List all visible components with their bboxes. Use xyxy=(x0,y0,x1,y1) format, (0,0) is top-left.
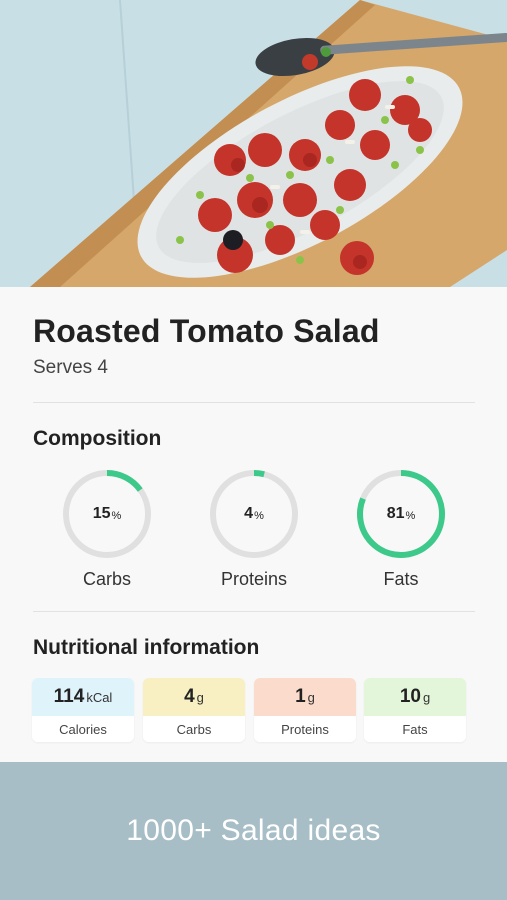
carbs-percent: 15% xyxy=(61,468,153,560)
proteins-percent-value: 4 xyxy=(244,505,254,522)
recipe-card: Roasted Tomato Salad Serves 4 Compositio… xyxy=(0,287,507,762)
carbs-tile-value: 4 g xyxy=(143,678,245,716)
carbs-ring: 15% xyxy=(61,468,153,560)
fats-value: 10 xyxy=(399,686,421,707)
proteins-unit: g xyxy=(307,690,315,705)
divider xyxy=(33,611,475,612)
calories-unit: kCal xyxy=(86,690,113,705)
fats-ring: 81% xyxy=(355,468,447,560)
fats-unit: g xyxy=(422,690,431,705)
hero-image xyxy=(0,0,507,287)
promo-banner: 1000+ Salad ideas xyxy=(0,762,507,900)
calories-tile-value: 114 kCal xyxy=(32,678,134,716)
carbs-value: 4 xyxy=(184,686,195,707)
calories-tile: 114 kCal Calories xyxy=(32,678,134,742)
nutrition-heading: Nutritional information xyxy=(33,636,260,659)
fats-tile: 10 g Fats xyxy=(364,678,466,742)
proteins-tile-value: 1 g xyxy=(254,678,356,716)
carbs-unit: g xyxy=(196,690,204,705)
fats-tile-label: Fats xyxy=(364,716,466,742)
fats-tile-value: 10 g xyxy=(364,678,466,716)
percent-unit: % xyxy=(111,509,122,522)
promo-text: 1000+ Salad ideas xyxy=(126,814,381,847)
proteins-percent: 4% xyxy=(208,468,300,560)
composition-heading: Composition xyxy=(33,427,162,450)
proteins-value: 1 xyxy=(295,686,306,707)
recipe-title: Roasted Tomato Salad xyxy=(33,313,380,349)
proteins-tile-label: Proteins xyxy=(254,716,356,742)
carbs-tile: 4 g Carbs xyxy=(143,678,245,742)
serves-text: Serves 4 xyxy=(33,357,108,378)
calories-label: Calories xyxy=(32,716,134,742)
divider xyxy=(33,402,475,403)
fats-percent-value: 81 xyxy=(386,505,405,522)
carbs-tile-label: Carbs xyxy=(143,716,245,742)
proteins-ring: 4% xyxy=(208,468,300,560)
percent-unit: % xyxy=(405,509,416,522)
carbs-label: Carbs xyxy=(82,569,131,589)
carbs-percent-value: 15 xyxy=(92,505,111,522)
fats-percent: 81% xyxy=(355,468,447,560)
calories-value: 114 xyxy=(53,686,85,707)
proteins-tile: 1 g Proteins xyxy=(254,678,356,742)
proteins-label: Proteins xyxy=(220,569,288,589)
fats-label: Fats xyxy=(383,569,419,589)
percent-unit: % xyxy=(254,509,264,522)
tomato-salad-photo xyxy=(0,0,507,287)
